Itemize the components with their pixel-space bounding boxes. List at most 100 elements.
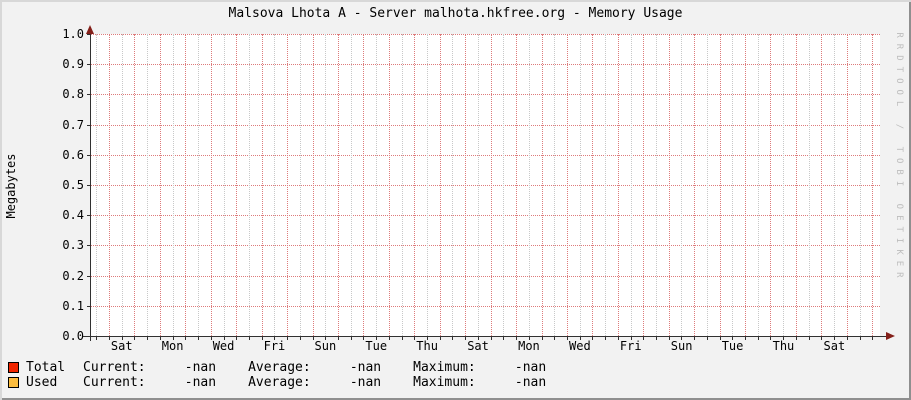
major-gridline bbox=[159, 34, 161, 336]
average-label: Average: bbox=[248, 360, 311, 375]
minor-gridline bbox=[834, 34, 836, 336]
y-tick-label: 0.0 bbox=[62, 329, 84, 343]
y-tick-label: 0.4 bbox=[62, 208, 84, 223]
minor-gridline bbox=[248, 34, 250, 336]
y-gridline bbox=[91, 185, 880, 186]
minor-gridline bbox=[630, 34, 632, 336]
x-tick-label: Mon bbox=[161, 339, 184, 353]
major-gridline bbox=[617, 34, 619, 336]
major-gridline bbox=[668, 34, 670, 336]
rrdtool-graph: Malsova Lhota A - Server malhota.hkfree.… bbox=[0, 0, 911, 400]
minor-gridline bbox=[427, 34, 429, 336]
x-tick-label: Sat bbox=[110, 339, 133, 353]
minor-gridline bbox=[732, 34, 734, 336]
maximum-value: -nan bbox=[514, 375, 547, 390]
major-gridline bbox=[566, 34, 568, 336]
current-value: -nan bbox=[184, 375, 217, 390]
y-gridline bbox=[91, 215, 880, 217]
x-tick-mark bbox=[859, 337, 861, 340]
x-tick-label: Sun bbox=[314, 339, 337, 353]
y-tick-label: 0.1 bbox=[62, 298, 84, 313]
y-tick-label: 0.6 bbox=[62, 147, 84, 162]
minor-gridline bbox=[808, 34, 810, 336]
x-tick-label: Fri bbox=[263, 339, 286, 353]
major-gridline bbox=[363, 34, 365, 336]
x-tick-label: Sat bbox=[823, 339, 846, 353]
y-gridline bbox=[91, 34, 880, 35]
x-tick-label: Thu bbox=[772, 339, 795, 353]
y-gridline bbox=[91, 154, 880, 156]
minor-gridline bbox=[223, 34, 225, 336]
major-gridline bbox=[541, 34, 543, 336]
maximum-label: Maximum: bbox=[413, 360, 476, 375]
major-gridline bbox=[516, 34, 518, 336]
major-gridline bbox=[846, 34, 848, 336]
major-gridline bbox=[694, 34, 696, 336]
current-label: Current: bbox=[83, 360, 146, 375]
y-gridline bbox=[91, 275, 880, 277]
y-axis-line bbox=[90, 27, 91, 341]
x-tick-label: Sat bbox=[467, 339, 489, 353]
major-gridline bbox=[643, 34, 645, 336]
major-gridline bbox=[770, 34, 772, 336]
current-label: Current: bbox=[83, 375, 146, 390]
major-gridline bbox=[745, 34, 747, 336]
x-tick-label: Wed bbox=[569, 339, 591, 353]
y-axis-arrow-icon bbox=[86, 25, 94, 34]
y-tick-label: 0.5 bbox=[62, 178, 84, 192]
minor-gridline bbox=[681, 34, 683, 336]
major-gridline bbox=[490, 34, 492, 336]
major-gridline bbox=[592, 34, 594, 336]
used-swatch bbox=[8, 377, 19, 388]
minor-gridline bbox=[172, 34, 174, 336]
x-tick-label: Wed bbox=[212, 339, 235, 353]
minor-gridline bbox=[503, 34, 505, 336]
y-tick-label: 0.7 bbox=[62, 117, 84, 132]
major-gridline bbox=[287, 34, 289, 336]
minor-gridline bbox=[96, 34, 98, 336]
y-gridline bbox=[91, 124, 880, 126]
minor-gridline bbox=[655, 34, 657, 336]
x-tick-label: Tue bbox=[721, 339, 744, 353]
y-tick-label: 0.3 bbox=[62, 238, 84, 253]
maximum-value: -nan bbox=[514, 360, 547, 375]
minor-gridline bbox=[376, 34, 378, 336]
minor-gridline bbox=[121, 34, 123, 336]
x-axis-line bbox=[83, 336, 886, 337]
major-gridline bbox=[719, 34, 721, 336]
y-gridline bbox=[91, 245, 880, 247]
minor-gridline bbox=[706, 34, 708, 336]
major-gridline bbox=[795, 34, 797, 336]
major-gridline bbox=[134, 34, 136, 336]
average-label: Average: bbox=[248, 375, 311, 390]
minor-gridline bbox=[477, 34, 479, 336]
major-gridline bbox=[337, 34, 339, 336]
y-tick-label: 1.0 bbox=[62, 27, 84, 41]
minor-gridline bbox=[350, 34, 352, 336]
major-gridline bbox=[236, 34, 238, 336]
maximum-label: Maximum: bbox=[413, 375, 476, 390]
x-tick-label: Tue bbox=[365, 339, 388, 353]
y-gridline bbox=[91, 64, 880, 66]
major-gridline bbox=[388, 34, 390, 336]
legend-row-used: Used Current: -nan Average: -nan Maximum… bbox=[8, 375, 546, 390]
legend: Total Current: -nan Average: -nan Maximu… bbox=[8, 360, 546, 390]
current-value: -nan bbox=[184, 360, 217, 375]
average-value: -nan bbox=[349, 375, 382, 390]
minor-gridline bbox=[579, 34, 581, 336]
x-tick-label: Sun bbox=[670, 339, 693, 353]
x-tick-label: Fri bbox=[619, 339, 642, 353]
major-gridline bbox=[210, 34, 212, 336]
minor-gridline bbox=[783, 34, 785, 336]
minor-gridline bbox=[401, 34, 403, 336]
major-gridline bbox=[872, 34, 874, 336]
x-tick-label: Mon bbox=[518, 339, 540, 353]
major-gridline bbox=[414, 34, 416, 336]
legend-series-name: Used bbox=[26, 375, 58, 390]
total-swatch bbox=[8, 362, 19, 373]
rrdtool-watermark: RRDTOOL / TOBI OETIKER bbox=[894, 32, 904, 284]
legend-series-name: Total bbox=[26, 360, 66, 375]
y-tick-label: 0.8 bbox=[62, 87, 84, 102]
x-tick-label: Thu bbox=[416, 339, 438, 353]
minor-gridline bbox=[299, 34, 301, 336]
